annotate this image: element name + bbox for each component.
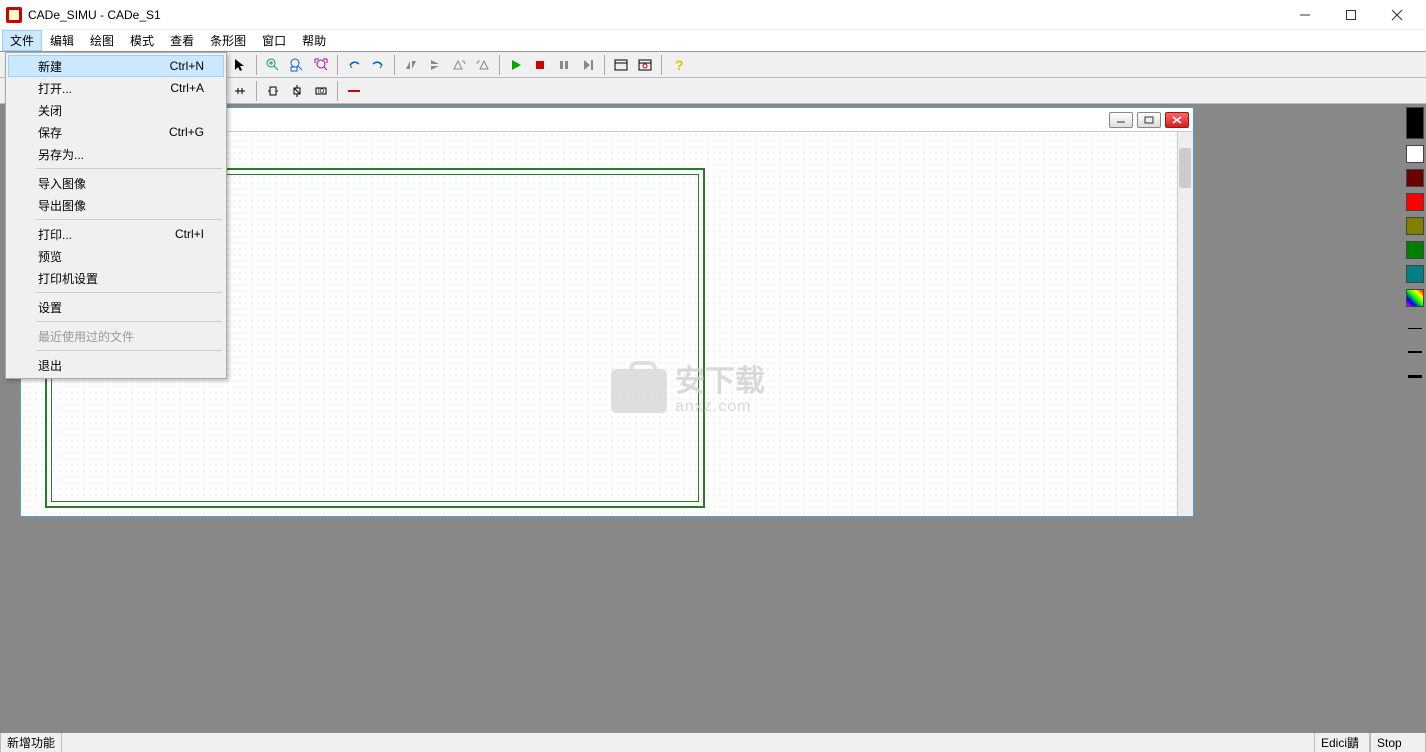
zoom-in-icon[interactable] bbox=[262, 54, 284, 76]
menu-shortcut: Ctrl+G bbox=[169, 125, 204, 139]
app-icon bbox=[6, 7, 22, 23]
menu-import-image[interactable]: 导入图像 bbox=[8, 172, 224, 194]
color-palette bbox=[1406, 104, 1426, 388]
menu-shortcut: Ctrl+I bbox=[175, 227, 204, 241]
status-left: 新增功能 bbox=[0, 733, 62, 752]
menu-label: 设置 bbox=[38, 299, 62, 316]
vertical-scrollbar[interactable] bbox=[1177, 132, 1193, 516]
redo-icon[interactable] bbox=[367, 54, 389, 76]
menu-close[interactable]: 关闭 bbox=[8, 99, 224, 121]
menu-label: 打开... bbox=[38, 80, 72, 97]
menu-printer-setup[interactable]: 打印机设置 bbox=[8, 267, 224, 289]
menu-label: 打印机设置 bbox=[38, 270, 98, 287]
menu-label: 预览 bbox=[38, 248, 62, 265]
menu-label: 退出 bbox=[38, 357, 62, 374]
line-tool-icon[interactable] bbox=[343, 80, 365, 102]
status-sim: Stop bbox=[1370, 733, 1426, 752]
menubar: 文件 编辑 绘图 模式 查看 条形图 窗口 帮助 bbox=[0, 30, 1426, 52]
menu-settings[interactable]: 设置 bbox=[8, 296, 224, 318]
menu-edit[interactable]: 编辑 bbox=[42, 30, 82, 51]
menu-label: 打印... bbox=[38, 226, 72, 243]
file-menu-dropdown: 新建 Ctrl+N 打开... Ctrl+A 关闭 保存 Ctrl+G 另存为.… bbox=[5, 52, 227, 379]
menu-mode[interactable]: 模式 bbox=[122, 30, 162, 51]
element-4-icon[interactable]: IO bbox=[310, 80, 332, 102]
window-titlebar: CADe_SIMU - CADe_S1 bbox=[0, 0, 1426, 30]
watermark-line1: 安下载 bbox=[675, 367, 765, 397]
menu-label: 最近使用过的文件 bbox=[38, 328, 134, 345]
menu-recent-files: 最近使用过的文件 bbox=[8, 325, 224, 347]
rotate-ccw-icon[interactable] bbox=[448, 54, 470, 76]
window-2-icon[interactable] bbox=[634, 54, 656, 76]
undo-icon[interactable] bbox=[343, 54, 365, 76]
menu-label: 关闭 bbox=[38, 102, 62, 119]
menu-label: 导出图像 bbox=[38, 197, 86, 214]
close-button[interactable] bbox=[1374, 0, 1420, 30]
menu-label: 另存为... bbox=[38, 146, 84, 163]
cursor-icon[interactable] bbox=[229, 54, 251, 76]
element-1-icon[interactable] bbox=[229, 80, 251, 102]
rotate-cw-icon[interactable] bbox=[472, 54, 494, 76]
doc-minimize-button[interactable] bbox=[1109, 112, 1133, 128]
menu-draw[interactable]: 绘图 bbox=[82, 30, 122, 51]
palette-color-olive[interactable] bbox=[1406, 217, 1424, 235]
element-2-icon[interactable] bbox=[262, 80, 284, 102]
menu-print[interactable]: 打印... Ctrl+I bbox=[8, 223, 224, 245]
scrollbar-thumb[interactable] bbox=[1179, 148, 1191, 188]
svg-text:IO: IO bbox=[318, 89, 325, 95]
doc-maximize-button[interactable] bbox=[1137, 112, 1161, 128]
zoom-out-icon[interactable] bbox=[286, 54, 308, 76]
menu-shortcut: Ctrl+N bbox=[170, 59, 204, 73]
flip-v-icon[interactable] bbox=[424, 54, 446, 76]
help-icon[interactable]: ? bbox=[667, 54, 689, 76]
stop-icon[interactable] bbox=[529, 54, 551, 76]
svg-text:?: ? bbox=[675, 57, 684, 73]
window-1-icon[interactable] bbox=[610, 54, 632, 76]
watermark: 安下载 anxz.com bbox=[611, 367, 765, 415]
palette-color-rainbow[interactable] bbox=[1406, 289, 1424, 307]
statusbar: 新增功能 Edici鼱 Stop bbox=[0, 732, 1426, 752]
menu-window[interactable]: 窗口 bbox=[254, 30, 294, 51]
palette-color-black[interactable] bbox=[1406, 107, 1424, 139]
palette-color-green[interactable] bbox=[1406, 241, 1424, 259]
flip-h-icon[interactable] bbox=[400, 54, 422, 76]
step-icon[interactable] bbox=[577, 54, 599, 76]
palette-lineweight-1[interactable] bbox=[1406, 319, 1424, 337]
window-controls bbox=[1282, 0, 1420, 30]
menu-label: 导入图像 bbox=[38, 175, 86, 192]
menu-save[interactable]: 保存 Ctrl+G bbox=[8, 121, 224, 143]
menu-file[interactable]: 文件 bbox=[2, 30, 42, 51]
menu-shortcut: Ctrl+A bbox=[170, 81, 204, 95]
palette-lineweight-3[interactable] bbox=[1406, 367, 1424, 385]
maximize-button[interactable] bbox=[1328, 0, 1374, 30]
menu-exit[interactable]: 退出 bbox=[8, 354, 224, 376]
pause-icon[interactable] bbox=[553, 54, 575, 76]
menu-bar-chart[interactable]: 条形图 bbox=[202, 30, 254, 51]
element-3-icon[interactable] bbox=[286, 80, 308, 102]
palette-color-red[interactable] bbox=[1406, 193, 1424, 211]
menu-save-as[interactable]: 另存为... bbox=[8, 143, 224, 165]
window-title: CADe_SIMU - CADe_S1 bbox=[28, 8, 1282, 22]
palette-color-darkred[interactable] bbox=[1406, 169, 1424, 187]
watermark-line2: anxz.com bbox=[675, 399, 765, 415]
palette-lineweight-2[interactable] bbox=[1406, 343, 1424, 361]
menu-open[interactable]: 打开... Ctrl+A bbox=[8, 77, 224, 99]
palette-color-white[interactable] bbox=[1406, 145, 1424, 163]
status-mode: Edici鼱 bbox=[1314, 733, 1370, 752]
palette-color-teal[interactable] bbox=[1406, 265, 1424, 283]
minimize-button[interactable] bbox=[1282, 0, 1328, 30]
menu-label: 保存 bbox=[38, 124, 62, 141]
menu-view[interactable]: 查看 bbox=[162, 30, 202, 51]
play-icon[interactable] bbox=[505, 54, 527, 76]
document-window-controls bbox=[1109, 112, 1189, 128]
menu-preview[interactable]: 预览 bbox=[8, 245, 224, 267]
menu-help[interactable]: 帮助 bbox=[294, 30, 334, 51]
menu-label: 新建 bbox=[38, 58, 62, 75]
watermark-icon bbox=[611, 369, 667, 413]
menu-export-image[interactable]: 导出图像 bbox=[8, 194, 224, 216]
zoom-fit-icon[interactable] bbox=[310, 54, 332, 76]
doc-close-button[interactable] bbox=[1165, 112, 1189, 128]
menu-new[interactable]: 新建 Ctrl+N bbox=[8, 55, 224, 77]
